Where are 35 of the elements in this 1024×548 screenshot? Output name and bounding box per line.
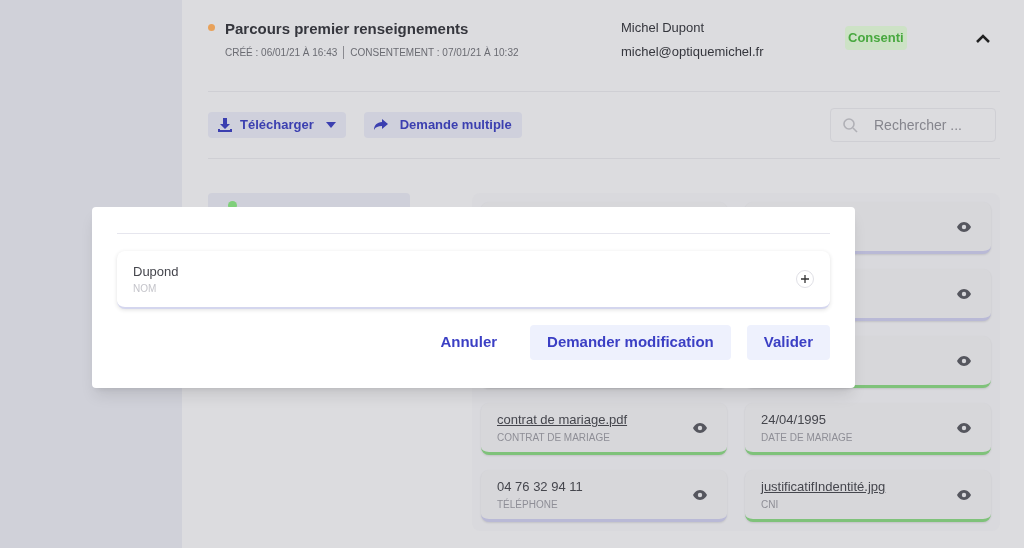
field-label: NOM (133, 282, 158, 297)
plus-icon[interactable] (796, 270, 814, 288)
consent-date: CONSENTEMENT : 07/01/21 À 10:32 (350, 45, 519, 60)
field-label: TÉLÉPHONE (497, 497, 559, 512)
dialog-button[interactable]: Demander modification (530, 325, 731, 360)
chevron-up-icon[interactable] (976, 34, 990, 43)
field-label: CNI (761, 497, 780, 512)
field-value: 04 76 32 94 11 (497, 478, 583, 497)
eye-icon[interactable] (693, 489, 707, 500)
field-label: CONTRAT DE MARIAGE (497, 430, 611, 445)
search-icon (843, 117, 858, 133)
field-value: Dupond (133, 262, 179, 281)
client-email: michel@optiquemichel.fr (621, 42, 765, 61)
download-button[interactable]: Télécharger (208, 112, 346, 138)
dialog-button[interactable]: Annuler (423, 325, 515, 360)
download-icon (218, 118, 232, 132)
name-field[interactable]: Dupond NOM (117, 251, 830, 309)
eye-icon[interactable] (693, 422, 707, 433)
client-name: Michel Dupont (621, 19, 706, 37)
eye-icon[interactable] (957, 288, 971, 299)
share-arrow-icon (373, 119, 388, 131)
eye-icon[interactable] (957, 221, 971, 232)
consent-badge: Consenti (845, 26, 907, 50)
parcours-title: Parcours premier renseignements (225, 19, 470, 39)
field-label: DATE DE MARIAGE (761, 430, 853, 445)
created-date: CRÉÉ : 06/01/21 À 16:43 (225, 45, 338, 60)
multiple-request-button[interactable]: Demande multiple (363, 112, 522, 138)
file-link[interactable]: contrat de mariage.pdf (497, 410, 628, 430)
eye-icon[interactable] (957, 489, 971, 500)
field-value: 24/04/1995 (761, 411, 828, 430)
eye-icon[interactable] (957, 422, 971, 433)
file-link[interactable]: justificatifIndentité.jpg (761, 477, 886, 497)
eye-icon[interactable] (957, 355, 971, 366)
caret-icon (325, 122, 336, 128)
dialog-button[interactable]: Valider (746, 325, 830, 360)
